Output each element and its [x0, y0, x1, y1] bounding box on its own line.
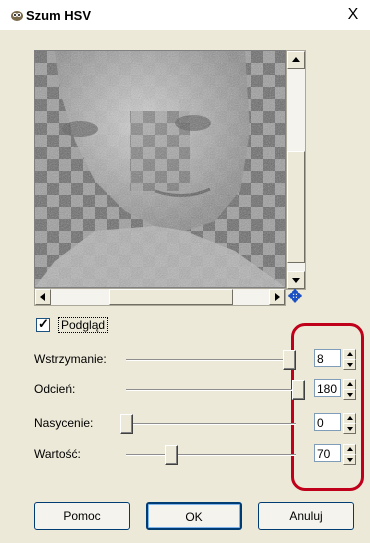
scroll-right-button[interactable]	[269, 289, 285, 305]
saturation-slider-handle[interactable]	[120, 414, 133, 434]
cancel-button[interactable]: Anuluj	[258, 502, 354, 530]
arrow-down-icon	[347, 363, 353, 367]
preview-vertical-scrollbar[interactable]	[286, 50, 306, 290]
arrow-down-icon	[347, 393, 353, 397]
saturation-value-input[interactable]: 0	[314, 413, 341, 431]
window-title: Szum HSV	[26, 8, 92, 23]
saturation-decrement-button[interactable]	[343, 423, 356, 434]
help-button[interactable]: Pomoc	[34, 502, 130, 530]
value-spin-buttons	[343, 444, 356, 465]
saturation-slider-track[interactable]	[126, 423, 296, 425]
preview-checkbox[interactable]: ✓	[36, 316, 50, 332]
hold-spinbox: 8	[314, 349, 356, 370]
arrow-up-icon	[347, 416, 353, 420]
hue-label: Odcień:	[34, 382, 76, 396]
arrow-up-icon	[347, 382, 353, 386]
ok-button[interactable]: OK	[146, 502, 242, 530]
hue-spin-buttons	[343, 379, 356, 400]
arrow-up-icon	[292, 57, 300, 62]
dialog-buttons: Pomoc OK Anuluj	[0, 502, 370, 530]
arrow-down-icon	[347, 427, 353, 431]
hold-label: Wstrzymanie:	[34, 352, 107, 366]
horizontal-scroll-thumb[interactable]	[109, 289, 233, 305]
preview-image[interactable]	[34, 50, 286, 288]
arrow-left-icon	[40, 293, 45, 301]
saturation-spinbox: 0	[314, 413, 356, 434]
preview-checkbox-label[interactable]: Podgląd	[58, 317, 109, 333]
arrow-down-icon	[347, 458, 353, 462]
preview-canvas	[35, 51, 285, 287]
hue-decrement-button[interactable]	[343, 389, 356, 400]
preview-horizontal-scrollbar[interactable]	[34, 288, 286, 306]
hue-slider-handle[interactable]	[292, 380, 305, 400]
value-slider-track[interactable]	[126, 454, 296, 456]
arrow-up-icon	[347, 352, 353, 356]
hold-decrement-button[interactable]	[343, 359, 356, 370]
hold-spin-buttons	[343, 349, 356, 370]
close-button[interactable]: X	[344, 6, 362, 24]
title-bar: Szum HSV X	[0, 0, 370, 30]
hue-slider-track[interactable]	[126, 389, 296, 391]
scroll-left-button[interactable]	[35, 289, 51, 305]
hold-slider-handle[interactable]	[283, 350, 296, 370]
value-value-input[interactable]: 70	[314, 444, 341, 462]
value-slider-handle[interactable]	[165, 445, 178, 465]
hue-value-input[interactable]: 180	[314, 379, 341, 397]
hold-value-input[interactable]: 8	[314, 349, 341, 367]
navigate-icon[interactable]: ✥	[286, 288, 304, 306]
hue-spinbox: 180	[314, 379, 356, 400]
saturation-spin-buttons	[343, 413, 356, 434]
value-spinbox: 70	[314, 444, 356, 465]
scroll-up-button[interactable]	[287, 51, 305, 69]
vertical-scroll-thumb[interactable]	[287, 151, 305, 263]
value-decrement-button[interactable]	[343, 454, 356, 465]
hold-slider-track[interactable]	[126, 359, 296, 361]
saturation-label: Nasycenie:	[34, 416, 94, 430]
arrow-right-icon	[275, 293, 280, 301]
gimp-icon	[11, 11, 23, 21]
arrow-down-icon	[292, 278, 300, 283]
check-icon: ✓	[38, 316, 49, 331]
hsv-noise-dialog: Szum HSV X ✥ ✓ Podgląd Wstrzymanie: 8 Od…	[0, 0, 370, 543]
arrow-up-icon	[347, 447, 353, 451]
value-label: Wartość:	[34, 447, 81, 461]
